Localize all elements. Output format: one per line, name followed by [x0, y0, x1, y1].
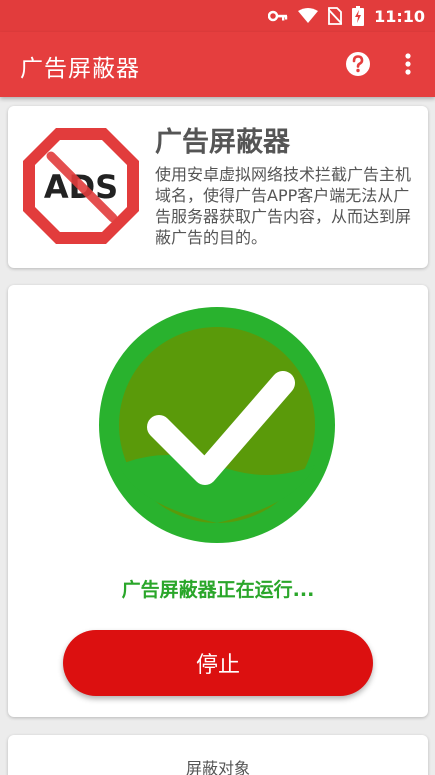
check-circle-icon: [99, 307, 335, 543]
overflow-menu-button[interactable]: [396, 48, 420, 80]
status-bar: 11:10: [0, 0, 435, 32]
status-time: 11:10: [374, 6, 425, 26]
more-vert-icon: [405, 53, 411, 75]
info-title: 广告屏蔽器: [155, 127, 290, 158]
status-text: 广告屏蔽器正在运行...: [121, 579, 315, 601]
target-card: 屏蔽对象: [8, 735, 428, 775]
stop-button[interactable]: 停止: [63, 630, 373, 696]
status-icons: 11:10: [268, 6, 425, 26]
battery-charging-icon: [352, 6, 365, 26]
ads-block-logo: ADS: [23, 128, 139, 244]
app-bar: 广告屏蔽器: [0, 32, 435, 97]
info-card: ADS 广告屏蔽器 使用安卓虚拟网络技术拦截广告主机域名，使得广告APP客户端无…: [8, 106, 428, 268]
help-button[interactable]: [343, 49, 373, 79]
no-sim-icon: [328, 7, 343, 25]
wifi-icon: [298, 8, 319, 23]
app-title: 广告屏蔽器: [20, 56, 140, 82]
key-icon: [268, 10, 288, 22]
status-card: 广告屏蔽器正在运行... 停止: [8, 285, 428, 717]
info-description: 使用安卓虚拟网络技术拦截广告主机域名，使得广告APP客户端无法从广告服务器获取广…: [155, 165, 412, 247]
target-title: 屏蔽对象: [185, 759, 250, 775]
help-circle-icon: [346, 52, 370, 76]
